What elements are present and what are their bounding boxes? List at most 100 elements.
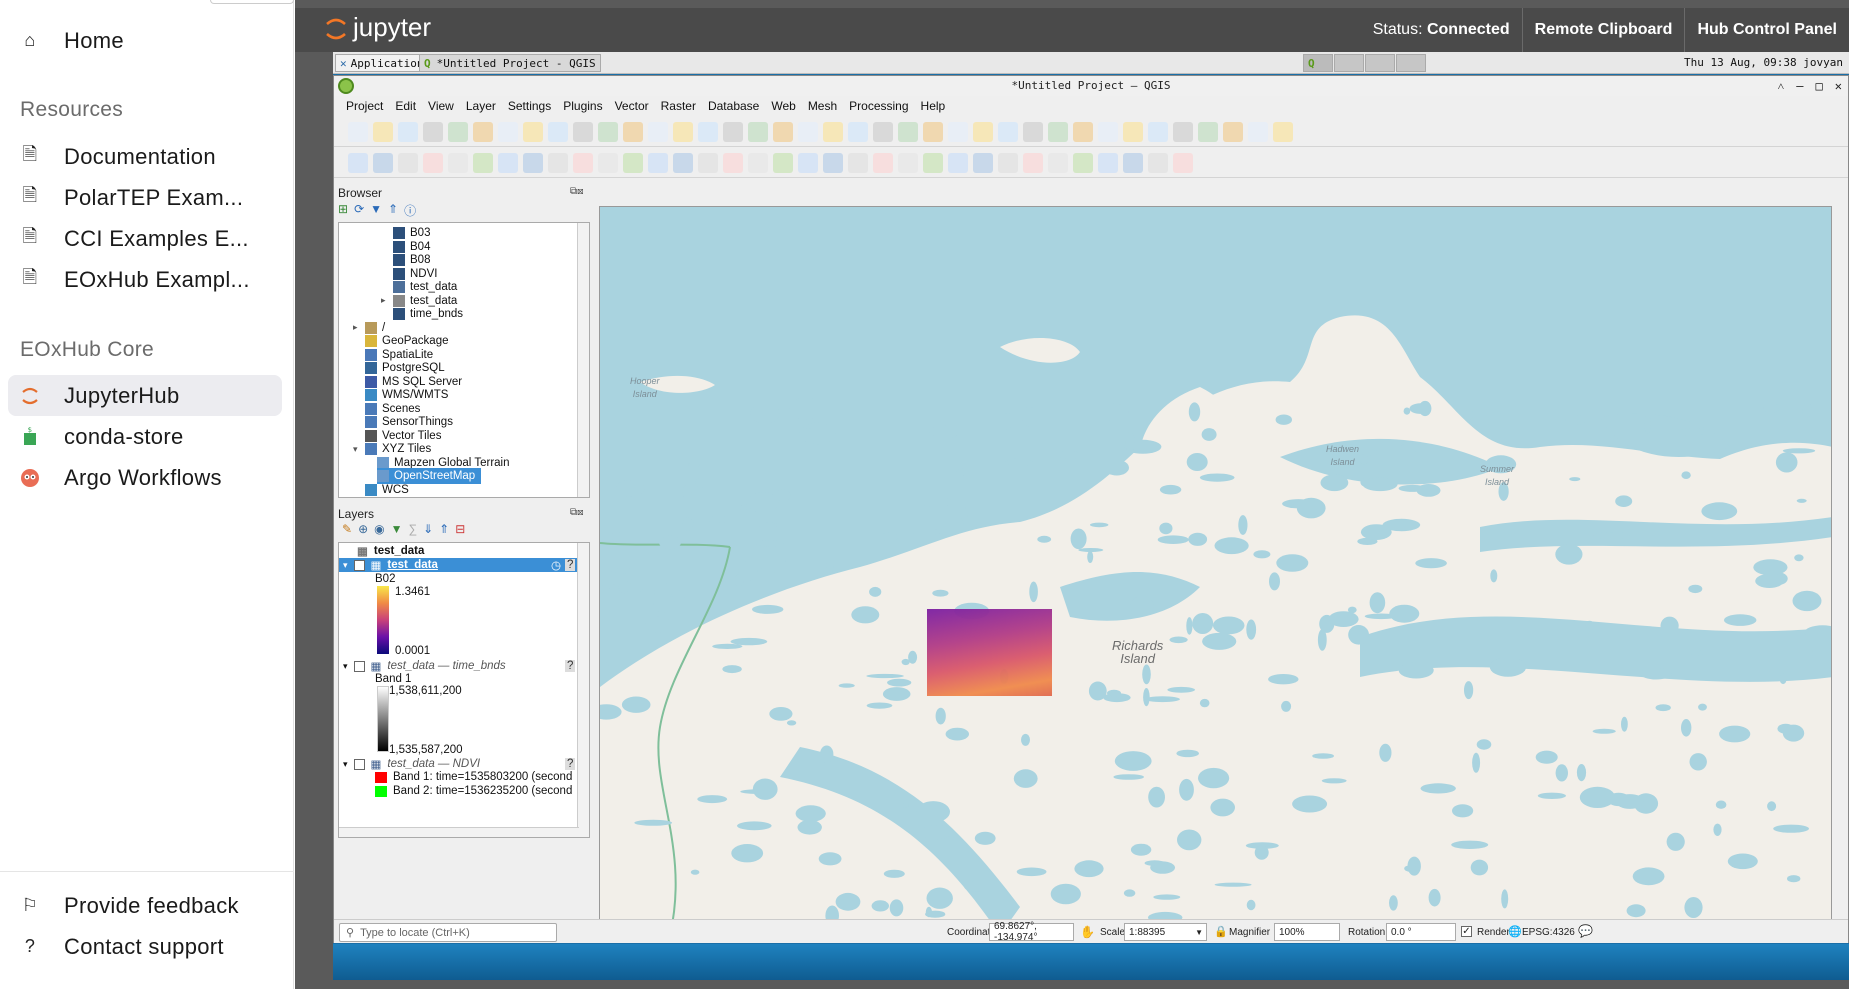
scale-combo[interactable]: 1:88395 ▼ [1124, 923, 1207, 941]
toolbar-tool-icon[interactable] [1148, 153, 1168, 173]
map-canvas[interactable]: Hooper Island Hadwen Island Summer Island R… [599, 206, 1832, 934]
layer-row[interactable]: ▦ test_data [357, 544, 424, 558]
layers-panel-controls[interactable]: ⧉⊠ [570, 507, 584, 518]
toolbar-tool-icon[interactable] [873, 153, 893, 173]
toolbar-tool-icon[interactable] [998, 153, 1018, 173]
messages-icon[interactable]: 💬 [1578, 924, 1593, 938]
toolbar-tool-icon[interactable] [623, 153, 643, 173]
toolbar-tool-icon[interactable] [823, 122, 843, 142]
toolbar-tool-icon[interactable] [598, 153, 618, 173]
toolbar-tool-icon[interactable] [1273, 122, 1293, 142]
collapse-icon[interactable]: ⇑ [388, 202, 398, 219]
shade-icon[interactable]: ˄ [1778, 76, 1785, 96]
toolbar-tool-icon[interactable] [1023, 122, 1043, 142]
jupyter-logo[interactable]: jupyter [325, 12, 431, 43]
toolbar-tool-icon[interactable] [973, 153, 993, 173]
toolbar-tool-icon[interactable] [798, 122, 818, 142]
layer-row[interactable]: ▾ ▦ test_data — time_bnds ? [339, 659, 576, 673]
menu-layer[interactable]: Layer [460, 96, 502, 116]
toolbar-tool-icon[interactable] [1023, 153, 1043, 173]
menu-plugins[interactable]: Plugins [557, 96, 608, 116]
toolbar-tool-icon[interactable] [723, 153, 743, 173]
toolbar-tool-icon[interactable] [998, 122, 1018, 142]
toolbar-tool-icon[interactable] [1248, 122, 1268, 142]
menu-web[interactable]: Web [765, 96, 801, 116]
layer-visibility-checkbox[interactable] [353, 660, 365, 672]
coordinate-field[interactable]: 69.8627°, -134.974° [989, 921, 1074, 943]
toolbar-tool-icon[interactable] [1223, 122, 1243, 142]
toolbar-tool-icon[interactable] [898, 122, 918, 142]
refresh-icon[interactable]: ⟳ [354, 202, 364, 219]
toolbar-tool-icon[interactable] [798, 153, 818, 173]
toolbar-tool-icon[interactable] [1073, 153, 1093, 173]
toolbar-tool-icon[interactable] [773, 153, 793, 173]
workspace-3[interactable] [1365, 54, 1395, 72]
toolbar-tool-icon[interactable] [698, 153, 718, 173]
toolbar-tool-icon[interactable] [498, 153, 518, 173]
toolbar-tool-icon[interactable] [623, 122, 643, 142]
toolbar-tool-icon[interactable] [573, 153, 593, 173]
help-badge-icon[interactable]: ? [565, 758, 576, 770]
toolbar-tool-icon[interactable] [1173, 153, 1193, 173]
toolbar-tool-icon[interactable] [973, 122, 993, 142]
workspace-2[interactable] [1334, 54, 1364, 72]
crs-button[interactable]: EPSG:4326 [1522, 927, 1575, 938]
layer-visibility-checkbox[interactable]: ✓ [353, 559, 365, 571]
toolbar-tool-icon[interactable] [1123, 153, 1143, 173]
toolbar-tool-icon[interactable] [548, 153, 568, 173]
collapse-arrow-icon[interactable]: ▾ [343, 661, 348, 672]
locate-input[interactable]: ⚲ Type to locate (Ctrl+K) [339, 923, 557, 942]
toolbar-tool-icon[interactable] [473, 122, 493, 142]
layers-hscrollbar[interactable] [339, 827, 579, 837]
menu-raster[interactable]: Raster [655, 96, 702, 116]
toolbar-tool-icon[interactable] [598, 122, 618, 142]
toolbar-tool-icon[interactable] [848, 153, 868, 173]
extents-icon[interactable]: ✋ [1080, 925, 1095, 939]
toolbar-tool-icon[interactable] [373, 153, 393, 173]
toolbar-tool-icon[interactable] [648, 122, 668, 142]
toolbar-tool-icon[interactable] [1098, 153, 1118, 173]
toolbar-tool-icon[interactable] [398, 153, 418, 173]
toolbar-tool-icon[interactable] [373, 122, 393, 142]
sidebar-item-conda-store[interactable]: $ conda-store [8, 416, 282, 457]
collapse-arrow-icon[interactable]: ▾ [343, 759, 348, 770]
workspace-1[interactable]: Q [1303, 54, 1333, 72]
layers-scrollbar[interactable] [577, 543, 589, 837]
taskbar-window-qgis[interactable]: Q *Untitled Project - QGIS [419, 54, 601, 72]
toolbar-tool-icon[interactable] [1123, 122, 1143, 142]
minimize-icon[interactable]: – [1796, 76, 1803, 96]
close-icon[interactable]: ✕ [1835, 76, 1842, 96]
toolbar-tool-icon[interactable] [448, 153, 468, 173]
toolbar-tool-icon[interactable] [1048, 122, 1068, 142]
toolbar-tool-icon[interactable] [723, 122, 743, 142]
toolbar-tool-icon[interactable] [573, 122, 593, 142]
workspace-4[interactable] [1396, 54, 1426, 72]
toolbar-tool-icon[interactable] [948, 153, 968, 173]
style-icon[interactable]: ✎ [342, 522, 352, 536]
toolbar-tool-icon[interactable] [423, 153, 443, 173]
add-group-icon[interactable]: ⊕ [358, 522, 368, 536]
sidebar-item-cci-examples[interactable]: 🗎 CCI Examples E... [8, 218, 282, 259]
sidebar-item-jupyterhub[interactable]: JupyterHub [8, 375, 282, 416]
browser-item[interactable]: time_bnds [393, 306, 463, 322]
filter-legend-icon[interactable]: ▼ [391, 522, 403, 536]
help-badge-icon[interactable]: ? [565, 559, 576, 571]
toolbar-tool-icon[interactable] [523, 153, 543, 173]
toolbar-tool-icon[interactable] [748, 122, 768, 142]
sidebar-item-documentation[interactable]: 🗎 Documentation [8, 136, 282, 177]
menu-mesh[interactable]: Mesh [802, 96, 843, 116]
toolbar-tool-icon[interactable] [348, 153, 368, 173]
add-layer-icon[interactable]: ⊞ [338, 202, 348, 219]
toolbar-tool-icon[interactable] [1073, 122, 1093, 142]
toolbar-tool-icon[interactable] [948, 122, 968, 142]
remote-clipboard-button[interactable]: Remote Clipboard [1521, 8, 1685, 52]
expand-all-icon[interactable]: ⇓ [423, 522, 433, 536]
layer-visibility-checkbox[interactable] [353, 758, 365, 770]
layer-row[interactable]: ▾ ▦ test_data — NDVI ? [339, 757, 576, 771]
visibility-icon[interactable]: ◉ [374, 522, 384, 536]
toolbar-tool-icon[interactable] [548, 122, 568, 142]
sidebar-item-polartep[interactable]: 🗎 PolarTEP Exam... [8, 177, 282, 218]
toolbar-tool-icon[interactable] [673, 122, 693, 142]
toolbar-tool-icon[interactable] [923, 153, 943, 173]
toolbar-tool-icon[interactable] [898, 153, 918, 173]
